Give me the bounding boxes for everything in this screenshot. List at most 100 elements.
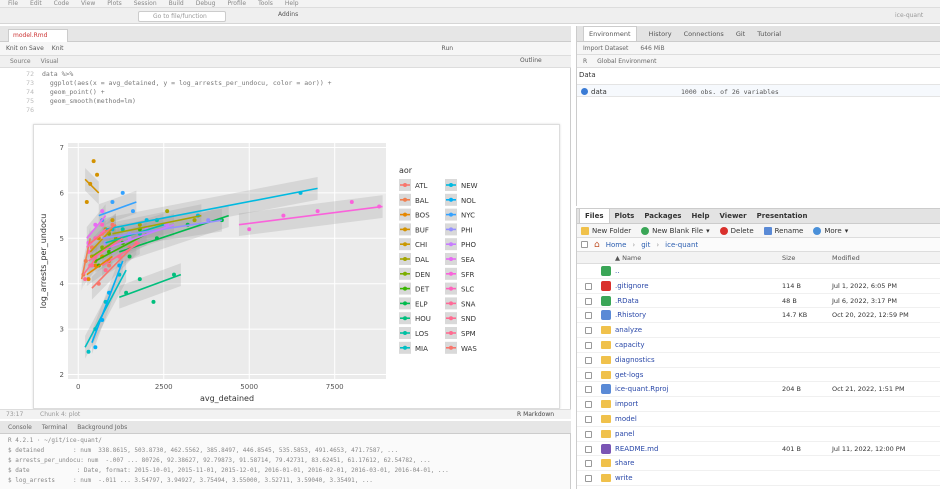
file-name-link[interactable]: ice-quant.Rproj — [615, 385, 668, 393]
tab-tutorial[interactable]: Tutorial — [757, 30, 781, 38]
new-folder-button[interactable]: New Folder — [581, 226, 631, 235]
row-checkbox[interactable] — [585, 386, 592, 394]
file-row[interactable]: .Rhistory 14.7 KB Oct 20, 2022, 12:59 PM — [577, 308, 940, 324]
delete-button[interactable]: Delete — [719, 226, 754, 235]
expand-data-icon[interactable] — [581, 88, 588, 95]
file-row[interactable]: diagnostics — [577, 353, 940, 368]
file-name-link[interactable]: .RData — [615, 297, 639, 305]
memory-usage[interactable]: 646 MiB — [640, 45, 664, 52]
file-name-link[interactable]: get-logs — [615, 371, 643, 379]
menu-build[interactable]: Build — [169, 0, 184, 7]
tab-terminal[interactable]: Terminal — [42, 424, 67, 431]
tab-packages[interactable]: Packages — [639, 209, 686, 223]
row-checkbox[interactable] — [585, 401, 592, 409]
row-checkbox[interactable] — [585, 460, 592, 468]
file-row[interactable]: README.md 401 B Jul 11, 2022, 12:00 PM — [577, 442, 940, 457]
outline-button[interactable]: Outline — [520, 57, 542, 64]
chunk-navigator[interactable]: Chunk 4: plot — [40, 411, 80, 418]
row-checkbox[interactable] — [585, 342, 592, 349]
row-checkbox[interactable] — [585, 327, 592, 335]
column-size[interactable]: Size — [782, 254, 795, 262]
tab-console[interactable]: Console — [8, 424, 32, 431]
breadcrumb-ice-quant[interactable]: ice-quant — [665, 241, 698, 249]
file-name-link[interactable]: panel — [615, 430, 634, 438]
import-dataset-button[interactable]: Import Dataset — [583, 45, 628, 52]
knit-on-save-checkbox[interactable]: Knit on Save — [6, 45, 44, 52]
row-checkbox[interactable] — [585, 445, 592, 453]
row-checkbox[interactable] — [585, 475, 592, 483]
menu-debug[interactable]: Debug — [196, 0, 216, 7]
menu-view[interactable]: View — [81, 0, 95, 7]
file-row[interactable]: import — [577, 397, 940, 412]
tab-viewer[interactable]: Viewer — [715, 209, 752, 223]
row-checkbox[interactable] — [585, 416, 592, 423]
menu-tools[interactable]: Tools — [258, 0, 273, 7]
menu-plots[interactable]: Plots — [107, 0, 121, 7]
file-row[interactable]: get-logs — [577, 368, 940, 383]
file-row[interactable]: ice-quant.Rproj 204 B Oct 21, 2022, 1:51 P… — [577, 382, 940, 398]
tab-history[interactable]: History — [649, 30, 672, 38]
file-row[interactable]: capacity — [577, 338, 940, 353]
addins-menu[interactable]: Addins — [278, 11, 298, 18]
file-name-link[interactable]: .gitignore — [615, 282, 649, 290]
menu-file[interactable]: File — [8, 0, 18, 7]
breadcrumb-git[interactable]: git — [641, 241, 650, 249]
breadcrumb-home[interactable]: Home — [606, 241, 627, 249]
tab-help[interactable]: Help — [686, 209, 714, 223]
editor-file-tab[interactable]: model.Rmd — [8, 29, 68, 42]
knit-button[interactable]: Knit — [52, 45, 64, 52]
menu-help[interactable]: Help — [285, 0, 299, 7]
language-selector[interactable]: R — [583, 58, 587, 65]
row-checkbox[interactable] — [585, 297, 592, 305]
environment-data-row[interactable]: data 1000 obs. of 26 variables — [577, 84, 940, 97]
row-checkbox[interactable] — [585, 312, 592, 320]
visual-tab[interactable]: Visual — [41, 58, 59, 65]
file-row[interactable]: .RData 48 B Jul 6, 2022, 3:17 PM — [577, 294, 940, 309]
row-checkbox[interactable] — [585, 282, 592, 290]
tab-files[interactable]: Files — [579, 208, 610, 223]
code-area[interactable]: 72 data %>% 73 ggplot(aes(x = avg_detained… — [0, 70, 571, 120]
file-name-link[interactable]: diagnostics — [615, 356, 655, 364]
menu-profile[interactable]: Profile — [227, 0, 246, 7]
file-name-link[interactable]: capacity — [615, 341, 645, 349]
file-name-link[interactable]: model — [615, 415, 637, 423]
file-name-link[interactable]: write — [615, 474, 633, 482]
project-label[interactable]: ice-quant — [895, 12, 923, 19]
tab-git[interactable]: Git — [736, 30, 745, 38]
source-tab[interactable]: Source — [10, 58, 31, 65]
column-name[interactable]: ▲ Name — [615, 254, 641, 262]
tab-connections[interactable]: Connections — [684, 30, 724, 38]
tab-background-jobs[interactable]: Background Jobs — [77, 424, 127, 431]
file-row[interactable]: write — [577, 471, 940, 486]
scope-selector[interactable]: Global Environment — [597, 58, 656, 65]
run-button[interactable]: Run — [442, 45, 454, 52]
file-row[interactable]: .gitignore 114 B Jul 1, 2022, 6:05 PM — [577, 279, 940, 294]
row-checkbox[interactable] — [585, 356, 592, 364]
row-checkbox[interactable] — [585, 371, 592, 379]
file-name-link[interactable]: analyze — [615, 326, 642, 334]
menu-code[interactable]: Code — [54, 0, 69, 7]
menu-edit[interactable]: Edit — [30, 0, 42, 7]
file-row[interactable]: .. — [577, 264, 940, 279]
file-name-link[interactable]: README.md — [615, 445, 658, 453]
tab-presentation[interactable]: Presentation — [752, 209, 813, 223]
file-type-selector[interactable]: R Markdown — [517, 411, 554, 418]
file-row[interactable]: analyze — [577, 323, 940, 338]
select-all-checkbox[interactable] — [581, 241, 588, 248]
file-name-link[interactable]: import — [615, 400, 638, 408]
tab-environment[interactable]: Environment — [583, 26, 637, 41]
file-row[interactable]: share — [577, 456, 940, 472]
rename-button[interactable]: Rename — [763, 226, 803, 235]
file-row[interactable]: panel — [577, 427, 940, 442]
row-checkbox[interactable] — [585, 430, 592, 438]
column-modified[interactable]: Modified — [832, 254, 860, 262]
more-button[interactable]: More ▾ — [813, 226, 848, 235]
goto-file-input[interactable]: Go to file/function — [138, 11, 226, 22]
file-name-link[interactable]: share — [615, 459, 634, 467]
menu-session[interactable]: Session — [134, 0, 157, 7]
tab-plots[interactable]: Plots — [610, 209, 640, 223]
file-row[interactable]: model — [577, 412, 940, 427]
file-name-link[interactable]: .Rhistory — [615, 311, 646, 319]
file-name-link[interactable]: .. — [615, 267, 619, 275]
new-blank-file-button[interactable]: New Blank File ▾ — [641, 226, 710, 235]
